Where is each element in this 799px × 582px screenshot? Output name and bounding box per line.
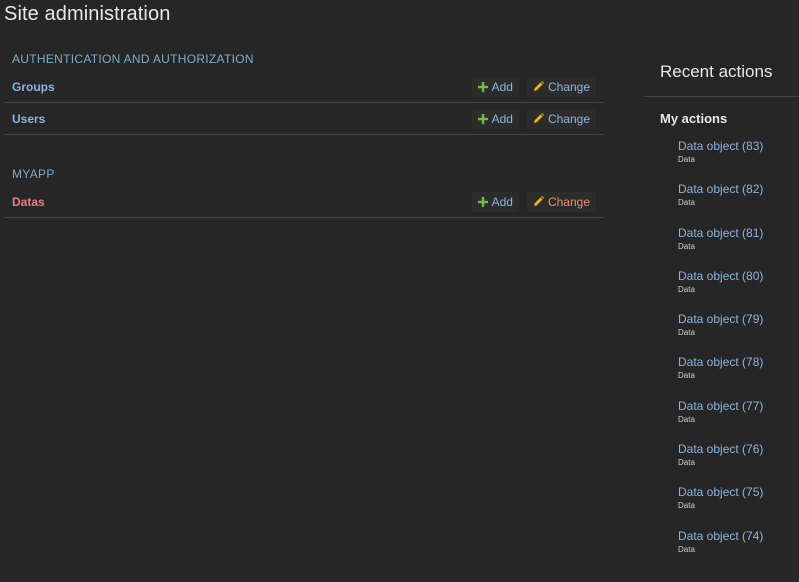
pencil-icon [533,196,544,207]
change-label: Change [547,194,590,209]
content-type-label: Data [678,414,695,424]
content-type-label: Data [678,371,695,381]
app-list: AUTHENTICATION AND AUTHORIZATION Groups … [4,48,604,246]
change-label: Change [547,111,590,126]
model-row-users: Users Add Change [4,103,604,135]
content-type-label: Data [678,155,695,164]
recent-action-link[interactable]: Data object (81) [678,224,799,240]
recent-action-link[interactable]: Data object (83) [678,137,799,153]
content-type-label: Data [678,328,695,338]
plus-icon [477,113,488,124]
recent-action-link[interactable]: Data object (77) [678,397,799,413]
list-item: Data object (81) Data [678,224,799,267]
list-item: Data object (76) Data [678,440,799,483]
add-button[interactable]: Add [471,191,519,212]
content-type-label: Data [678,241,695,251]
model-link-users[interactable]: Users [12,112,464,126]
recent-actions-title: Recent actions [644,55,799,97]
add-label: Add [491,79,513,94]
change-button[interactable]: Change [526,108,596,129]
list-item: Data object (79) Data [678,310,799,353]
plus-icon [477,81,488,92]
list-item: Data object (82) Data [678,180,799,223]
model-link-groups[interactable]: Groups [12,80,464,94]
list-item: Data object (80) Data [678,267,799,310]
add-label: Add [491,194,513,209]
plus-icon [477,196,488,207]
add-button[interactable]: Add [471,108,519,129]
list-item: Data object (75) Data [678,483,799,526]
list-item: Data object (83) Data [678,137,799,180]
list-item: Data object (77) Data [678,397,799,440]
my-actions-heading: My actions [660,111,728,126]
recent-action-link[interactable]: Data object (75) [678,483,799,499]
add-label: Add [491,111,513,126]
change-button[interactable]: Change [526,191,596,212]
change-label: Change [547,79,590,94]
recent-actions-sidebar: Recent actions My actions Data object (8… [644,55,799,570]
recent-action-link[interactable]: Data object (80) [678,267,799,283]
recent-action-link[interactable]: Data object (79) [678,310,799,326]
recent-action-list: Data object (83) Data Data object (82) D… [644,137,799,570]
app-caption[interactable]: MYAPP [4,163,604,186]
app-module-myapp: MYAPP Datas Add Change [4,163,604,218]
recent-action-link[interactable]: Data object (82) [678,180,799,196]
add-button[interactable]: Add [471,76,519,97]
content-type-label: Data [678,198,695,208]
content-type-label: Data [678,501,695,511]
list-item: Data object (78) Data [678,353,799,396]
app-caption[interactable]: AUTHENTICATION AND AUTHORIZATION [4,48,604,71]
change-button[interactable]: Change [526,76,596,97]
content-type-label: Data [678,284,695,294]
recent-action-link[interactable]: Data object (74) [678,527,799,543]
model-row-groups: Groups Add Change [4,71,604,103]
admin-page: Site administration AUTHENTICATION AND A… [0,0,799,582]
app-module-auth: AUTHENTICATION AND AUTHORIZATION Groups … [4,48,604,135]
recent-action-link[interactable]: Data object (76) [678,440,799,456]
page-title: Site administration [4,3,171,25]
recent-action-link[interactable]: Data object (78) [678,353,799,369]
content-type-label: Data [678,544,695,554]
pencil-icon [533,81,544,92]
model-link-datas[interactable]: Datas [12,195,464,209]
content-type-label: Data [678,458,695,468]
model-row-datas: Datas Add Change [4,186,604,218]
pencil-icon [533,113,544,124]
list-item: Data object (74) Data [678,527,799,570]
